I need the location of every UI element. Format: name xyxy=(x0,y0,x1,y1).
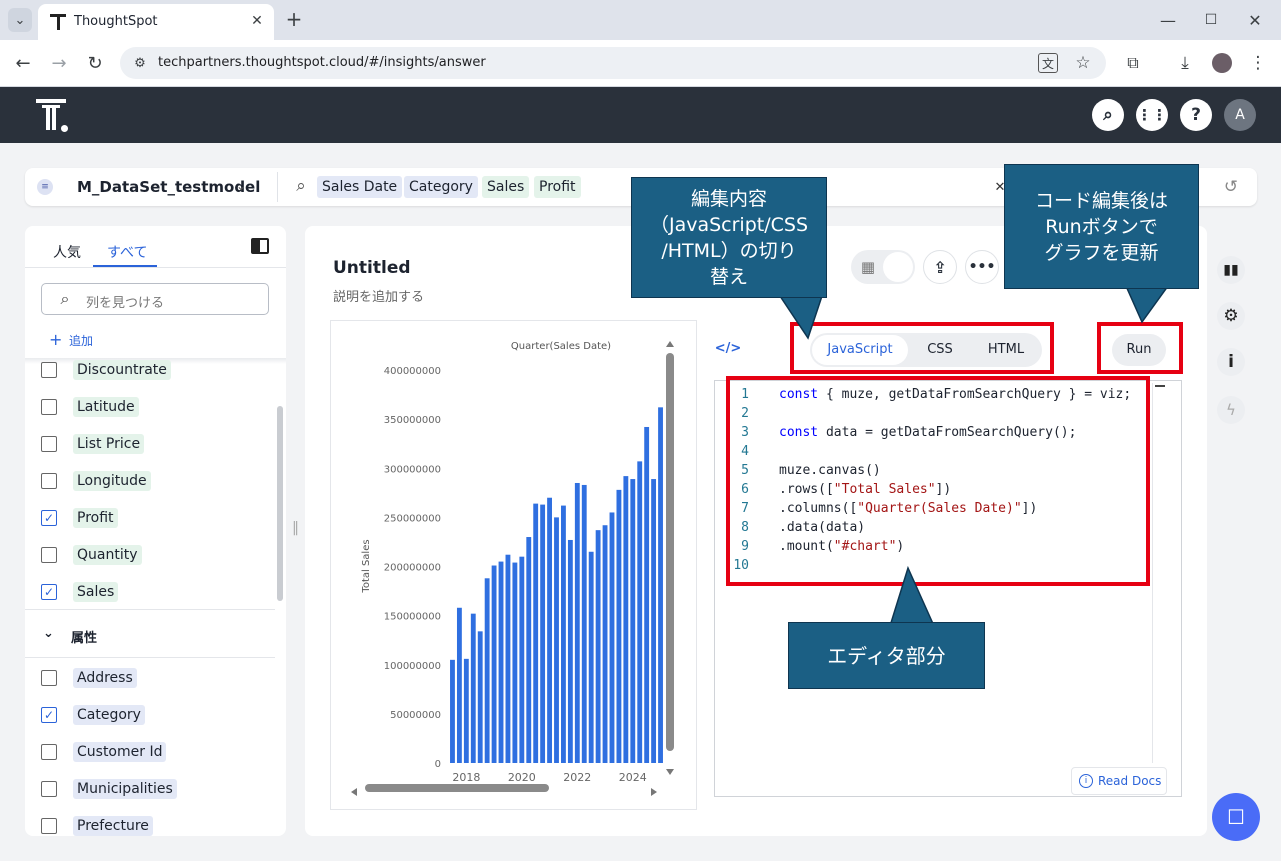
annotation-tab-switch: 編集内容 （JavaScript/CSS /HTML）の切り 替え xyxy=(631,177,827,298)
annotation-pointers xyxy=(778,285,1170,627)
annotation-editor: エディタ部分 xyxy=(788,622,985,689)
annotation-run: コード編集後は Runボタンで グラフを更新 xyxy=(1004,164,1199,289)
